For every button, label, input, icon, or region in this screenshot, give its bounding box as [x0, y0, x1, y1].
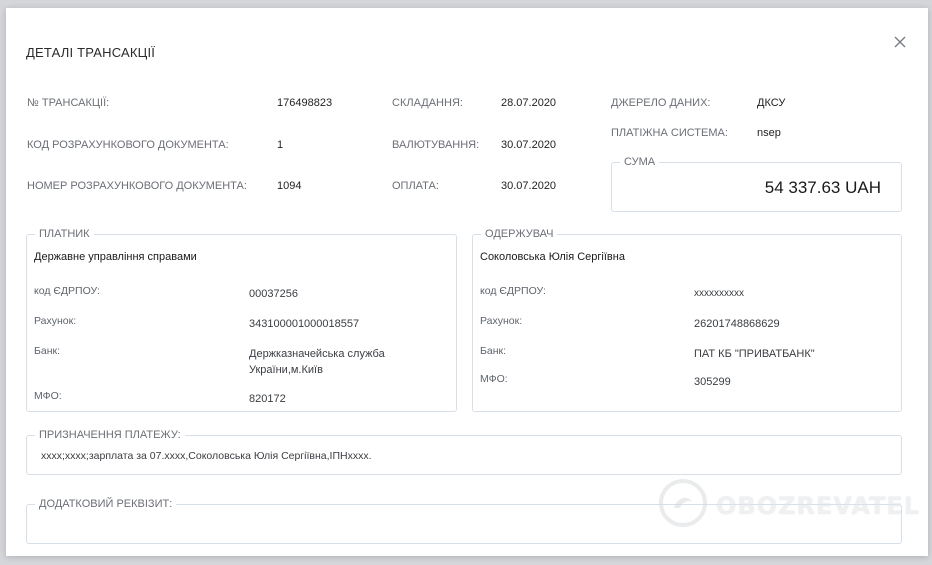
recipient-edrpou-value: xxxxxxxxxx	[694, 288, 744, 299]
payer-mfo-label: МФО:	[34, 390, 62, 402]
payment-date-value: 30.07.2020	[501, 180, 557, 192]
compiled-date-value: 28.07.2020	[501, 97, 557, 109]
recipient-bank-label: Банк:	[480, 345, 507, 357]
doc-number-label: НОМЕР РОЗРАХУНКОВОГО ДОКУМЕНТА:	[27, 180, 247, 192]
doc-code-value: 1	[277, 139, 284, 151]
additional-detail-legend: ДОДАТКОВИЙ РЕКВІЗИТ:	[35, 498, 177, 510]
payer-bank-value: Держказначейська служба України,м.Київ	[249, 348, 385, 376]
payer-legend: ПЛАТНИК	[35, 228, 94, 240]
sum-label: СУМА	[620, 156, 660, 168]
payment-system-label: ПЛАТІЖНА СИСТЕМА:	[611, 127, 728, 139]
payer-mfo-value: 820172	[249, 393, 286, 405]
recipient-panel: ОДЕРЖУВАЧ Соколовська Юлія Сергіївна код…	[472, 228, 902, 412]
payer-name: Державне управління справами	[34, 251, 197, 263]
recipient-account-value: 26201748868629	[694, 318, 780, 330]
payer-account-label: Рахунок:	[34, 315, 77, 327]
payer-bank-label: Банк:	[34, 345, 61, 357]
payer-edrpou-label: код ЄДРПОУ:	[34, 285, 100, 297]
payer-edrpou-value: 00037256	[249, 288, 298, 300]
transaction-number-value: 176498823	[277, 97, 333, 109]
data-source-value: ДКСУ	[757, 97, 786, 109]
watermark-text: OBOZREVATEL	[716, 491, 921, 520]
transaction-number-label: № ТРАНСАКЦІЇ:	[27, 97, 110, 109]
close-icon[interactable]	[892, 34, 908, 50]
doc-number-value: 1094	[277, 180, 302, 192]
payment-purpose-legend: ПРИЗНАЧЕННЯ ПЛАТЕЖУ:	[35, 429, 185, 441]
transaction-details-modal: ДЕТАЛІ ТРАНСАКЦІЇ № ТРАНСАКЦІЇ: 17649882…	[6, 8, 928, 556]
recipient-account-label: Рахунок:	[480, 315, 523, 327]
obozrevatel-logo-icon	[658, 478, 708, 533]
payment-system-value: nsep	[757, 127, 781, 139]
payer-panel: ПЛАТНИК Державне управління справами код…	[26, 228, 457, 412]
payment-date-label: ОПЛАТА:	[392, 180, 439, 192]
payment-purpose-text: xxxx;xxxx;зарплата за 07.xxxx,Соколовськ…	[41, 450, 372, 462]
recipient-legend: ОДЕРЖУВАЧ	[481, 228, 558, 240]
payment-purpose-box: ПРИЗНАЧЕННЯ ПЛАТЕЖУ: xxxx;xxxx;зарплата …	[26, 429, 902, 475]
payer-account-value: 343100001000018557	[249, 318, 360, 330]
recipient-mfo-label: МФО:	[480, 373, 508, 385]
recipient-mfo-value: 305299	[694, 376, 731, 388]
data-source-label: ДЖЕРЕЛО ДАНИХ:	[611, 97, 711, 109]
modal-title: ДЕТАЛІ ТРАНСАКЦІЇ	[26, 45, 156, 60]
valuation-date-value: 30.07.2020	[501, 139, 557, 151]
valuation-date-label: ВАЛЮТУВАННЯ:	[392, 139, 480, 151]
compiled-date-label: СКЛАДАННЯ:	[392, 97, 463, 109]
watermark: OBOZREVATEL	[658, 478, 920, 533]
doc-code-label: КОД РОЗРАХУНКОВОГО ДОКУМЕНТА:	[27, 139, 229, 151]
sum-value: 54 337.63 UAH	[764, 178, 881, 197]
recipient-bank-value: ПАТ КБ "ПРИВАТБАНК"	[694, 348, 815, 360]
sum-box: СУМА 54 337.63 UAH	[611, 156, 902, 212]
recipient-edrpou-label: код ЄДРПОУ:	[480, 285, 546, 297]
recipient-name: Соколовська Юлія Сергіївна	[480, 251, 625, 263]
